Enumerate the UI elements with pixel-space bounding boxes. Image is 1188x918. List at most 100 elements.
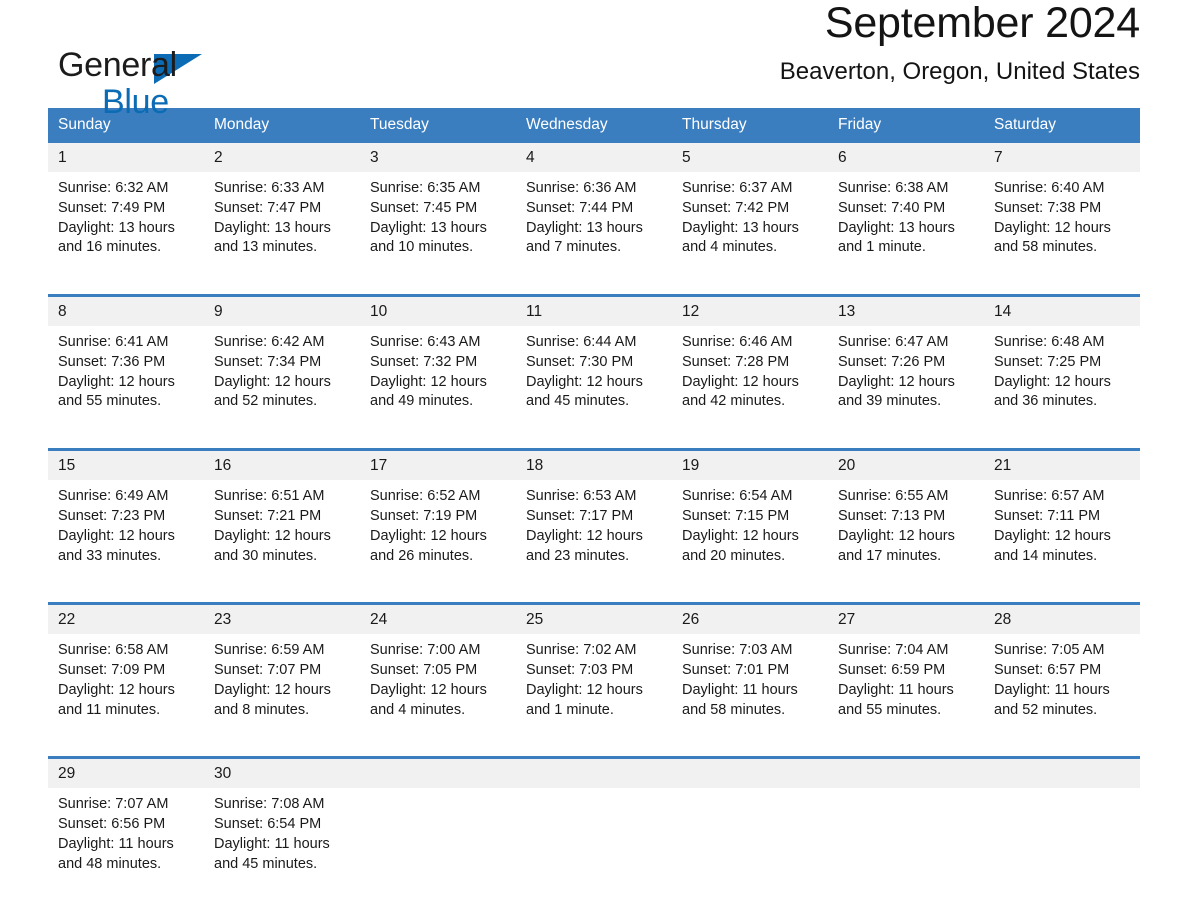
daylight-text-line1: Daylight: 12 hours bbox=[526, 373, 643, 390]
day-number[interactable]: 27 bbox=[828, 602, 984, 635]
empty-day-number bbox=[828, 756, 984, 789]
daylight-text-line2: and 4 minutes. bbox=[370, 701, 466, 718]
day-cell[interactable]: Sunrise: 6:42 AM Sunset: 7:34 PM Daylight:… bbox=[204, 326, 360, 450]
day-number[interactable]: 29 bbox=[48, 756, 204, 789]
sunrise-text: Sunrise: 6:32 AM bbox=[58, 180, 169, 197]
sunset-text: Sunset: 7:38 PM bbox=[994, 199, 1102, 216]
day-cell[interactable]: Sunrise: 6:52 AM Sunset: 7:19 PM Daylight:… bbox=[360, 480, 516, 604]
day-number[interactable]: 11 bbox=[516, 294, 672, 327]
sunset-text: Sunset: 7:42 PM bbox=[682, 199, 790, 216]
day-cell[interactable]: Sunrise: 7:05 AM Sunset: 6:57 PM Daylight:… bbox=[984, 634, 1140, 758]
day-number[interactable]: 17 bbox=[360, 448, 516, 481]
day-cell[interactable]: Sunrise: 6:35 AM Sunset: 7:45 PM Daylight:… bbox=[360, 172, 516, 296]
daylight-text-line2: and 52 minutes. bbox=[994, 701, 1098, 718]
sunrise-text: Sunrise: 6:36 AM bbox=[526, 180, 637, 197]
day-cell[interactable]: Sunrise: 6:33 AM Sunset: 7:47 PM Daylight:… bbox=[204, 172, 360, 296]
day-cell[interactable]: Sunrise: 7:03 AM Sunset: 7:01 PM Daylight:… bbox=[672, 634, 828, 758]
day-number[interactable]: 3 bbox=[360, 143, 516, 173]
day-number[interactable]: 7 bbox=[984, 143, 1140, 173]
day-number[interactable]: 19 bbox=[672, 448, 828, 481]
daylight-text-line1: Daylight: 12 hours bbox=[994, 527, 1111, 544]
day-number[interactable]: 20 bbox=[828, 448, 984, 481]
day-cell[interactable]: Sunrise: 6:44 AM Sunset: 7:30 PM Daylight:… bbox=[516, 326, 672, 450]
day-number[interactable]: 21 bbox=[984, 448, 1140, 481]
day-number[interactable]: 12 bbox=[672, 294, 828, 327]
weekday-header-row: Sunday Monday Tuesday Wednesday Thursday… bbox=[48, 108, 1140, 143]
day-cell[interactable]: Sunrise: 6:49 AM Sunset: 7:23 PM Daylight:… bbox=[48, 480, 204, 604]
week-row-numbers: 1234567 bbox=[48, 143, 1140, 173]
day-number[interactable]: 18 bbox=[516, 448, 672, 481]
day-number[interactable]: 25 bbox=[516, 602, 672, 635]
daylight-text-line2: and 26 minutes. bbox=[370, 547, 474, 564]
day-number[interactable]: 16 bbox=[204, 448, 360, 481]
daylight-text-line1: Daylight: 11 hours bbox=[838, 681, 954, 698]
day-cell[interactable]: Sunrise: 6:41 AM Sunset: 7:36 PM Daylight:… bbox=[48, 326, 204, 450]
daylight-text-line2: and 45 minutes. bbox=[526, 393, 630, 410]
day-number[interactable]: 24 bbox=[360, 602, 516, 635]
week-row-details: Sunrise: 6:41 AM Sunset: 7:36 PM Daylight:… bbox=[48, 326, 1140, 450]
day-cell[interactable]: Sunrise: 6:59 AM Sunset: 7:07 PM Daylight:… bbox=[204, 634, 360, 758]
sunset-text: Sunset: 7:19 PM bbox=[370, 507, 478, 524]
daylight-text-line1: Daylight: 12 hours bbox=[838, 527, 955, 544]
daylight-text-line2: and 7 minutes. bbox=[526, 239, 622, 256]
day-cell[interactable]: Sunrise: 7:07 AM Sunset: 6:56 PM Daylight:… bbox=[48, 788, 204, 911]
day-cell[interactable]: Sunrise: 6:47 AM Sunset: 7:26 PM Daylight:… bbox=[828, 326, 984, 450]
daylight-text-line1: Daylight: 12 hours bbox=[58, 373, 175, 390]
day-cell[interactable]: Sunrise: 6:40 AM Sunset: 7:38 PM Daylight:… bbox=[984, 172, 1140, 296]
sunset-text: Sunset: 7:13 PM bbox=[838, 507, 946, 524]
empty-day-number bbox=[984, 756, 1140, 789]
daylight-text-line2: and 39 minutes. bbox=[838, 393, 942, 410]
generalblue-logo[interactable]: General Blue bbox=[58, 48, 177, 119]
day-number[interactable]: 1 bbox=[48, 143, 204, 173]
day-number[interactable]: 6 bbox=[828, 143, 984, 173]
day-cell[interactable]: Sunrise: 7:02 AM Sunset: 7:03 PM Daylight:… bbox=[516, 634, 672, 758]
day-cell[interactable]: Sunrise: 7:00 AM Sunset: 7:05 PM Daylight:… bbox=[360, 634, 516, 758]
day-number[interactable]: 9 bbox=[204, 294, 360, 327]
daylight-text-line2: and 17 minutes. bbox=[838, 547, 942, 564]
day-cell[interactable]: Sunrise: 6:38 AM Sunset: 7:40 PM Daylight:… bbox=[828, 172, 984, 296]
day-number[interactable]: 8 bbox=[48, 294, 204, 327]
day-number[interactable]: 28 bbox=[984, 602, 1140, 635]
day-number[interactable]: 4 bbox=[516, 143, 672, 173]
sunrise-text: Sunrise: 7:02 AM bbox=[526, 642, 637, 659]
sunset-text: Sunset: 7:17 PM bbox=[526, 507, 634, 524]
day-cell[interactable]: Sunrise: 6:55 AM Sunset: 7:13 PM Daylight:… bbox=[828, 480, 984, 604]
daylight-text-line1: Daylight: 12 hours bbox=[838, 373, 955, 390]
day-number[interactable]: 30 bbox=[204, 756, 360, 789]
day-cell[interactable]: Sunrise: 6:53 AM Sunset: 7:17 PM Daylight:… bbox=[516, 480, 672, 604]
day-cell[interactable]: Sunrise: 7:08 AM Sunset: 6:54 PM Daylight:… bbox=[204, 788, 360, 911]
sunrise-text: Sunrise: 7:08 AM bbox=[214, 796, 325, 813]
day-cell[interactable]: Sunrise: 6:54 AM Sunset: 7:15 PM Daylight:… bbox=[672, 480, 828, 604]
sunrise-text: Sunrise: 6:58 AM bbox=[58, 642, 169, 659]
sunset-text: Sunset: 7:23 PM bbox=[58, 507, 166, 524]
day-cell[interactable]: Sunrise: 7:04 AM Sunset: 6:59 PM Daylight:… bbox=[828, 634, 984, 758]
sunset-text: Sunset: 7:45 PM bbox=[370, 199, 478, 216]
day-cell[interactable]: Sunrise: 6:48 AM Sunset: 7:25 PM Daylight:… bbox=[984, 326, 1140, 450]
day-number[interactable]: 26 bbox=[672, 602, 828, 635]
day-number[interactable]: 14 bbox=[984, 294, 1140, 327]
day-number[interactable]: 22 bbox=[48, 602, 204, 635]
day-cell[interactable]: Sunrise: 6:46 AM Sunset: 7:28 PM Daylight:… bbox=[672, 326, 828, 450]
daylight-text-line2: and 36 minutes. bbox=[994, 393, 1098, 410]
empty-day-cell bbox=[984, 788, 1140, 911]
sunrise-text: Sunrise: 6:57 AM bbox=[994, 488, 1105, 505]
day-cell[interactable]: Sunrise: 6:57 AM Sunset: 7:11 PM Daylight:… bbox=[984, 480, 1140, 604]
sunset-text: Sunset: 7:32 PM bbox=[370, 353, 478, 370]
day-cell[interactable]: Sunrise: 6:37 AM Sunset: 7:42 PM Daylight:… bbox=[672, 172, 828, 296]
day-number[interactable]: 15 bbox=[48, 448, 204, 481]
day-cell[interactable]: Sunrise: 6:58 AM Sunset: 7:09 PM Daylight:… bbox=[48, 634, 204, 758]
day-cell[interactable]: Sunrise: 6:32 AM Sunset: 7:49 PM Daylight:… bbox=[48, 172, 204, 296]
day-number[interactable]: 13 bbox=[828, 294, 984, 327]
sunrise-text: Sunrise: 6:51 AM bbox=[214, 488, 325, 505]
day-cell[interactable]: Sunrise: 6:51 AM Sunset: 7:21 PM Daylight:… bbox=[204, 480, 360, 604]
day-cell[interactable]: Sunrise: 6:36 AM Sunset: 7:44 PM Daylight:… bbox=[516, 172, 672, 296]
sunset-text: Sunset: 6:59 PM bbox=[838, 661, 946, 678]
day-number[interactable]: 10 bbox=[360, 294, 516, 327]
sunset-text: Sunset: 7:07 PM bbox=[214, 661, 322, 678]
day-number[interactable]: 5 bbox=[672, 143, 828, 173]
day-cell[interactable]: Sunrise: 6:43 AM Sunset: 7:32 PM Daylight:… bbox=[360, 326, 516, 450]
sunset-text: Sunset: 7:21 PM bbox=[214, 507, 322, 524]
sunrise-text: Sunrise: 6:48 AM bbox=[994, 334, 1105, 351]
day-number[interactable]: 2 bbox=[204, 143, 360, 173]
day-number[interactable]: 23 bbox=[204, 602, 360, 635]
